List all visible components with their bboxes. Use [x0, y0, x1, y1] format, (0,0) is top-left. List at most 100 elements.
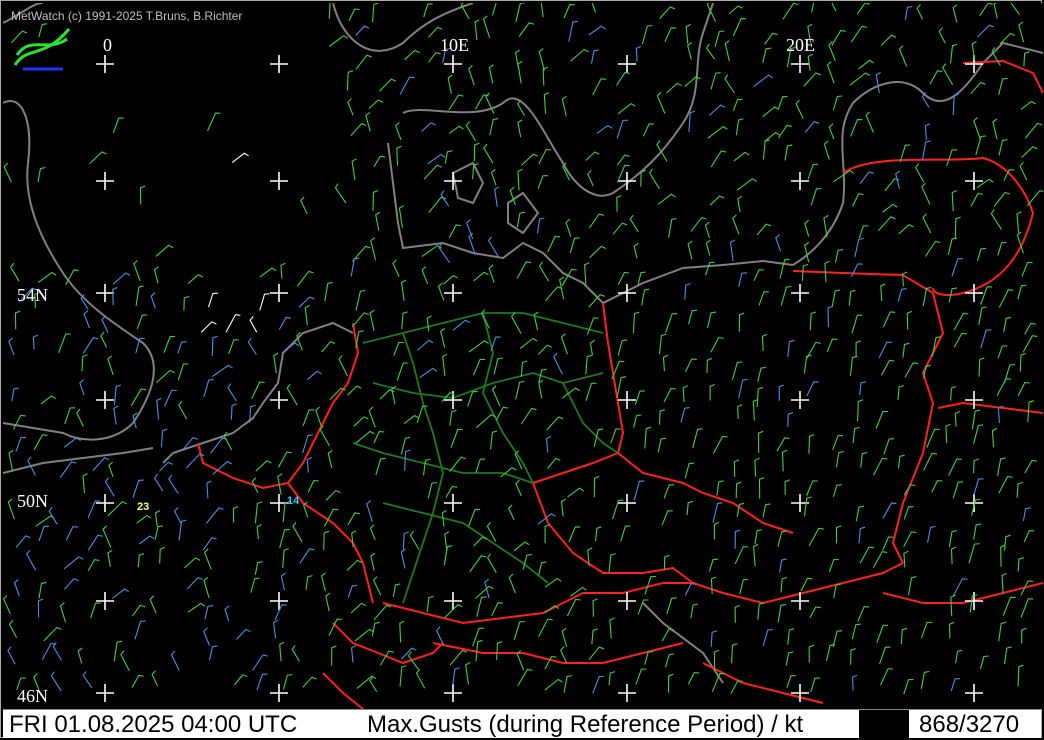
- wind-barb-icon: [852, 426, 860, 444]
- wind-barb-icon: [1017, 382, 1030, 396]
- wind-barb-icon: [590, 0, 597, 13]
- wind-barb-icon: [208, 645, 218, 661]
- wind-barb-icon: [945, 423, 951, 444]
- wind-barb-icon: [756, 386, 764, 407]
- wind-barb-icon: [519, 337, 538, 350]
- wind-barb-icon: [302, 409, 315, 426]
- wind-barb-icon: [112, 286, 118, 306]
- wind-barb-icon: [255, 460, 272, 472]
- wind-barb-icon: [872, 551, 888, 568]
- wind-barb-icon: [282, 674, 293, 690]
- grid-cross-icon: [270, 55, 288, 73]
- wind-barb-icon: [138, 535, 155, 545]
- wind-barb-icon: [516, 211, 525, 228]
- wind-barb-icon: [371, 621, 380, 637]
- wind-barb-icon: [256, 673, 268, 691]
- wind-barb-icon: [254, 501, 263, 524]
- wind-barb-icon: [537, 175, 548, 189]
- border-romania: [882, 582, 1044, 604]
- lat-label-46n: 46N: [17, 686, 48, 706]
- wind-barb-icon: [566, 598, 581, 617]
- wind-barb-icon: [59, 602, 67, 623]
- wind-barb-icon: [851, 263, 863, 278]
- border-southwest: [322, 672, 364, 710]
- wind-barb-icon: [187, 602, 206, 613]
- grid-cross-icon: [270, 684, 288, 702]
- wind-barb-icon: [448, 94, 464, 111]
- wind-barb-icon: [82, 473, 88, 494]
- grid-cross-icon: [96, 684, 114, 702]
- wind-barb-icon: [593, 475, 600, 498]
- wind-barb-icon: [947, 237, 958, 255]
- wind-barb-icon: [804, 219, 810, 237]
- wind-barb-icon: [858, 526, 866, 544]
- station-value-23[interactable]: 23: [137, 501, 149, 513]
- wind-barb-icon: [569, 237, 580, 254]
- wind-barb-icon: [135, 285, 144, 306]
- wind-barb-icon: [204, 605, 214, 620]
- wind-barb-icon: [644, 426, 652, 449]
- station-value-14[interactable]: 14: [287, 495, 299, 507]
- wind-barb-icon: [139, 185, 146, 205]
- wind-barb-icon: [568, 20, 578, 42]
- wind-barb-icon: [657, 437, 667, 453]
- wind-barb-icon: [87, 559, 100, 571]
- wind-barb-icon: [150, 292, 156, 309]
- wind-barb-icon: [348, 8, 360, 22]
- weather-map[interactable]: MetWatch (c) 1991-2025 T.Bruns, B.Richte…: [2, 0, 1044, 710]
- wind-barb-icon: [392, 259, 400, 277]
- wind-barb-icon: [644, 651, 654, 665]
- wind-barb-icon: [807, 163, 819, 180]
- wind-barb-icon: [684, 283, 691, 300]
- wind-barb-icon: [973, 478, 984, 495]
- wind-barb-icon: [561, 387, 581, 399]
- wind-barb-icon: [971, 41, 977, 62]
- wind-barb-icon: [280, 262, 286, 279]
- wind-barb-icon: [203, 379, 214, 398]
- wind-barb-icon: [421, 122, 436, 132]
- wind-barb-icon: [684, 583, 696, 596]
- wind-barb-icon: [77, 647, 83, 664]
- wind-barb-icon: [764, 32, 778, 45]
- wind-barb-icon: [355, 25, 370, 36]
- wind-barb-icon: [707, 125, 728, 139]
- wind-barb-icon: [998, 621, 1007, 642]
- wind-barb-icon: [259, 293, 270, 311]
- wind-barb-icon: [517, 168, 523, 191]
- wind-barb-icon: [100, 331, 108, 348]
- wind-barb-icon: [327, 450, 333, 468]
- wind-barb-icon: [484, 578, 490, 599]
- status-color-box: [859, 710, 909, 738]
- wind-barb-icon: [444, 150, 453, 164]
- wind-barb-icon: [980, 329, 992, 349]
- wind-barb-icon: [375, 211, 381, 231]
- wind-barb-icon: [324, 281, 333, 302]
- wind-barb-icon: [449, 649, 468, 666]
- wind-barb-icon: [538, 148, 552, 165]
- wind-barb-icon: [491, 385, 501, 407]
- wind-barb-icon: [948, 530, 958, 548]
- wind-barb-icon: [977, 24, 995, 38]
- wind-barb-icon: [325, 489, 341, 501]
- wind-barb-icon: [685, 23, 691, 44]
- wind-barb-icon: [513, 541, 530, 552]
- wind-barb-icon: [320, 572, 327, 592]
- wind-barb-icon: [155, 244, 174, 257]
- wind-barb-icon: [153, 473, 164, 492]
- wind-barb-icon: [279, 641, 285, 662]
- wind-barb-icon: [445, 485, 458, 498]
- wind-barb-icon: [509, 186, 516, 206]
- wind-barb-icon: [705, 261, 715, 276]
- wind-barb-icon: [882, 203, 898, 213]
- wind-barb-icon: [859, 171, 875, 185]
- wind-barb-icon: [795, 99, 804, 119]
- wind-barb-icon: [203, 576, 210, 599]
- wind-barb-icon: [975, 135, 987, 156]
- wind-barb-icon: [926, 525, 936, 543]
- wind-barb-icon: [806, 381, 819, 397]
- wind-barb-icon: [1021, 261, 1033, 277]
- wind-barb-icon: [1022, 335, 1038, 353]
- wind-barb-icon: [781, 449, 788, 472]
- wind-barb-icon: [561, 627, 568, 648]
- wind-barb-icon: [787, 411, 794, 428]
